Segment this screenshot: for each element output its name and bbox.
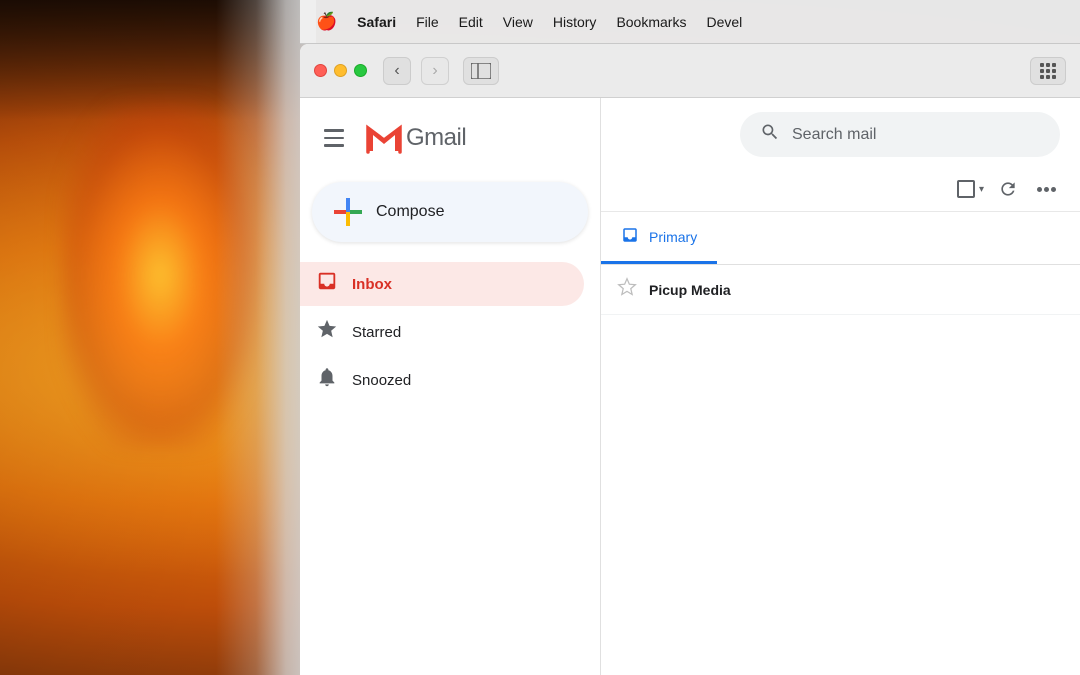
email-row[interactable]: Picup Media xyxy=(601,265,1080,315)
select-checkbox-area: ▾ xyxy=(957,180,984,198)
compose-button[interactable]: Compose xyxy=(312,182,588,242)
starred-label: Starred xyxy=(352,324,401,341)
checkbox-dropdown-arrow[interactable]: ▾ xyxy=(979,184,984,195)
gmail-logo: Gmail xyxy=(364,118,466,158)
primary-tab-icon xyxy=(621,226,639,247)
maximize-button[interactable] xyxy=(354,64,367,77)
menu-file[interactable]: File xyxy=(416,14,439,30)
menu-edit[interactable]: Edit xyxy=(459,14,483,30)
candle-light-effect xyxy=(60,100,260,450)
starred-icon xyxy=(316,318,338,346)
select-all-checkbox[interactable] xyxy=(957,180,975,198)
forward-button[interactable]: › xyxy=(421,57,449,85)
gmail-sidebar: Gmail Compose Inbo xyxy=(300,98,600,675)
sidebar-item-inbox[interactable]: Inbox xyxy=(300,262,584,306)
menu-history[interactable]: History xyxy=(553,14,597,30)
tabs-grid-button[interactable] xyxy=(1030,57,1066,85)
search-bar[interactable]: Search mail xyxy=(740,112,1060,157)
inbox-icon xyxy=(316,270,338,298)
compose-label: Compose xyxy=(376,203,444,221)
apple-menu[interactable]: 🍎 xyxy=(316,12,337,32)
sidebar-item-snoozed[interactable]: Snoozed xyxy=(300,358,584,402)
gmail-wordmark: Gmail xyxy=(406,124,466,152)
minimize-button[interactable] xyxy=(334,64,347,77)
search-placeholder-text: Search mail xyxy=(792,126,876,144)
compose-plus-icon xyxy=(334,198,362,226)
gmail-header: Gmail xyxy=(300,114,600,178)
refresh-icon xyxy=(998,179,1018,199)
gmail-main: Search mail ▾ xyxy=(600,98,1080,675)
back-button[interactable]: ‹ xyxy=(383,57,411,85)
inbox-label: Inbox xyxy=(352,276,392,293)
grid-icon xyxy=(1040,63,1056,79)
search-icon xyxy=(760,122,780,147)
safari-app-name[interactable]: Safari xyxy=(357,14,396,30)
hamburger-line xyxy=(324,129,344,132)
menu-view[interactable]: View xyxy=(503,14,533,30)
sidebar-icon xyxy=(471,63,491,79)
email-sender-name: Picup Media xyxy=(649,282,779,298)
hamburger-line xyxy=(324,144,344,147)
refresh-button[interactable] xyxy=(990,171,1026,207)
primary-tab-label: Primary xyxy=(649,229,697,245)
email-tabs: Primary xyxy=(601,212,1080,265)
hamburger-menu-button[interactable] xyxy=(316,121,352,155)
menu-bookmarks[interactable]: Bookmarks xyxy=(616,14,686,30)
hamburger-line xyxy=(324,137,344,140)
search-bar-container: Search mail xyxy=(601,98,1080,167)
sidebar-item-starred[interactable]: Starred xyxy=(300,310,584,354)
gmail-m-logo xyxy=(364,118,404,158)
menu-devel[interactable]: Devel xyxy=(706,14,742,30)
sidebar-toggle-button[interactable] xyxy=(463,57,499,85)
more-options-icon xyxy=(1037,187,1056,192)
more-options-button[interactable] xyxy=(1028,171,1064,207)
tab-primary[interactable]: Primary xyxy=(601,212,717,264)
main-toolbar: ▾ xyxy=(601,167,1080,212)
snoozed-icon xyxy=(316,366,338,394)
traffic-lights xyxy=(314,64,367,77)
email-star[interactable] xyxy=(617,277,637,302)
close-button[interactable] xyxy=(314,64,327,77)
snoozed-label: Snoozed xyxy=(352,372,411,389)
